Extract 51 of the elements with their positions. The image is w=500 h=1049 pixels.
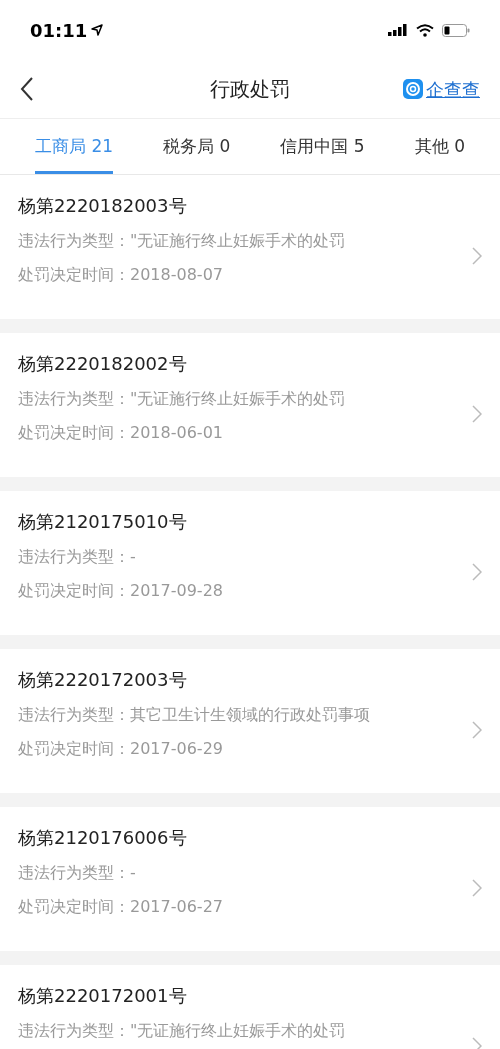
field-value: - (130, 862, 136, 884)
field-value: "无证施行终止妊娠手术的处罚 (130, 1020, 346, 1042)
page-title: 行政处罚 (210, 76, 290, 103)
field-label: 处罚决定时间： (18, 422, 130, 444)
battery-icon (442, 23, 470, 37)
record-title: 杨第2220172003号 (18, 668, 188, 692)
chevron-right-icon (472, 247, 482, 265)
record-card[interactable]: 杨第2120176006号 违法行为类型：- 处罚决定时间：2017-06-27 (0, 807, 500, 951)
field-value: "无证施行终止妊娠手术的处罚 (130, 230, 346, 252)
wifi-icon (416, 23, 434, 37)
field-label: 违法行为类型： (18, 546, 130, 568)
status-time: 01:11 (30, 18, 88, 43)
record-title: 杨第2120176006号 (18, 826, 188, 850)
signal-icon (388, 24, 408, 36)
field-label: 处罚决定时间： (18, 580, 130, 602)
field-label: 处罚决定时间： (18, 738, 130, 760)
field-value: - (130, 546, 136, 568)
record-title: 杨第2120175010号 (18, 510, 188, 534)
tab[interactable]: 其他 0 (414, 119, 465, 174)
field-label: 违法行为类型： (18, 230, 130, 252)
brand-name: 企查查 (426, 77, 480, 102)
field-label: 处罚决定时间： (18, 896, 130, 918)
record-title: 杨第2220182003号 (18, 194, 188, 218)
back-chevron-icon (20, 76, 34, 102)
tab[interactable]: 税务局 0 (163, 119, 231, 174)
record-card[interactable]: 杨第2120175010号 违法行为类型：- 处罚决定时间：2017-09-28 (0, 491, 500, 635)
chevron-right-icon (472, 879, 482, 897)
record-card[interactable]: 杨第2220172001号 违法行为类型："无证施行终止妊娠手术的处罚 (0, 965, 500, 1049)
field-value: 2018-08-07 (130, 264, 223, 286)
chevron-right-icon (472, 563, 482, 581)
record-title: 杨第2220182002号 (18, 352, 188, 376)
field-value: 2017-09-28 (130, 580, 223, 602)
field-value: 2017-06-29 (130, 738, 223, 760)
field-label: 处罚决定时间： (18, 264, 130, 286)
logo-icon (403, 79, 423, 99)
tab[interactable]: 信用中国 5 (280, 119, 365, 174)
record-card[interactable]: 杨第2220172003号 违法行为类型：其它卫生计生领域的行政处罚事项 处罚决定时间：2017-06-29 (0, 649, 500, 793)
record-card[interactable]: 杨第2220182003号 违法行为类型："无证施行终止妊娠手术的处罚 处罚决定时间：2018-08-07 (0, 175, 500, 319)
field-value: 2018-06-01 (130, 422, 223, 444)
chevron-right-icon (472, 721, 482, 739)
field-label: 违法行为类型： (18, 388, 130, 410)
chevron-right-icon (472, 405, 482, 423)
record-card[interactable]: 杨第2220182002号 违法行为类型："无证施行终止妊娠手术的处罚 处罚决定时间：2018-06-01 (0, 333, 500, 477)
location-arrow-icon (91, 24, 104, 36)
field-label: 违法行为类型： (18, 862, 130, 884)
field-label: 违法行为类型： (18, 1020, 130, 1042)
record-title: 杨第2220172001号 (18, 984, 188, 1008)
field-value: 2017-06-27 (130, 896, 223, 918)
field-label: 违法行为类型： (18, 704, 130, 726)
field-value: 其它卫生计生领域的行政处罚事项 (130, 704, 370, 726)
field-value: "无证施行终止妊娠手术的处罚 (130, 388, 346, 410)
